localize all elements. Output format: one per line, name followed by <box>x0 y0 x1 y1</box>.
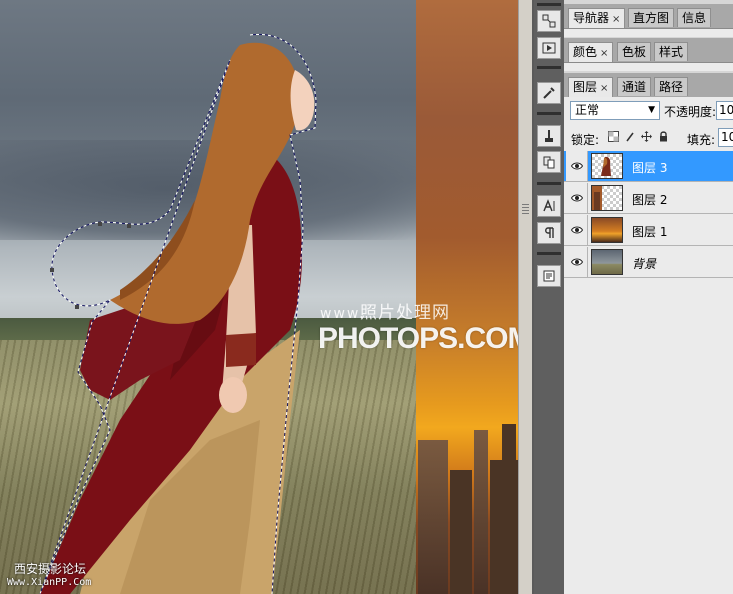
layer-row-1[interactable]: 图层 1 <box>564 215 733 246</box>
play-icon[interactable] <box>537 37 561 59</box>
dock-separator <box>537 252 561 255</box>
tab-channels[interactable]: 通道 <box>617 77 652 96</box>
layer-name: 图层 1 <box>632 225 668 239</box>
tab-navigator[interactable]: 导航器 × <box>568 8 626 28</box>
brush-tool-icon[interactable] <box>537 82 561 104</box>
lock-position-move-icon[interactable] <box>640 130 652 143</box>
tab-layers[interactable]: 图层 × <box>568 77 614 97</box>
tab-label: 导航器 <box>573 11 610 25</box>
dock-separator <box>537 66 561 69</box>
tab-label: 通道 <box>622 80 647 94</box>
watermark-chinese: 照片处理网 <box>360 303 450 323</box>
tab-label: 路径 <box>659 80 684 94</box>
lock-all-padlock-icon[interactable] <box>657 130 669 143</box>
close-icon[interactable]: × <box>612 14 620 25</box>
eye-icon[interactable] <box>566 247 588 277</box>
character-icon[interactable] <box>537 195 561 217</box>
tab-histogram[interactable]: 直方图 <box>628 8 675 27</box>
woman-figure <box>39 33 317 594</box>
paragraph-icon[interactable] <box>537 222 561 244</box>
dock-separator <box>537 3 561 6</box>
panels-column: 导航器 × 直方图 信息 颜色 × 色板 样式 图层 × 通道 路径 正常 ▼ … <box>564 0 733 594</box>
scrollbar-grip[interactable] <box>522 204 529 214</box>
eye-icon[interactable] <box>566 183 588 213</box>
layer-row-3[interactable]: 图层 3 <box>564 151 733 182</box>
layer-name: 图层 2 <box>632 193 668 207</box>
layer-thumbnail <box>591 217 623 243</box>
chevron-down-icon: ▼ <box>648 105 655 115</box>
eye-icon[interactable] <box>566 215 588 245</box>
tab-label: 图层 <box>573 80 598 94</box>
dock-separator <box>537 182 561 185</box>
opacity-label: 不透明度: <box>664 105 717 119</box>
tab-color[interactable]: 颜色 × <box>568 42 614 62</box>
tab-styles[interactable]: 样式 <box>654 42 689 61</box>
layer-name: 图层 3 <box>632 161 668 175</box>
navigator-panel-body <box>564 29 733 37</box>
tab-label: 信息 <box>682 11 707 25</box>
notes-icon[interactable] <box>537 265 561 287</box>
tab-info[interactable]: 信息 <box>677 8 712 27</box>
watermark-www: www. <box>320 306 366 322</box>
layers-panel-tabs: 图层 × 通道 路径 <box>564 73 733 98</box>
canvas-vertical-scrollbar[interactable] <box>518 0 533 594</box>
forum-name-caption: 西安摄影论坛 <box>14 562 87 576</box>
layer-thumbnail <box>591 185 623 211</box>
dock-separator <box>537 112 561 115</box>
blend-mode-value: 正常 <box>575 103 600 117</box>
blend-mode-select[interactable]: 正常 ▼ <box>570 101 660 120</box>
fill-input[interactable]: 100% <box>718 128 733 147</box>
document-canvas[interactable]: www. 照片处理网 PHOTOPS.COM 西安摄影论坛 Www.XianPP… <box>0 0 518 594</box>
eye-icon[interactable] <box>566 151 588 181</box>
layer-row-2[interactable]: 图层 2 <box>564 183 733 214</box>
close-icon[interactable]: × <box>600 83 608 94</box>
color-panel-body <box>564 63 733 71</box>
lock-pixels-brush-icon[interactable] <box>624 130 636 143</box>
tab-label: 样式 <box>659 45 684 59</box>
lock-transparent-icon[interactable] <box>607 130 619 143</box>
clone-source-icon[interactable] <box>537 151 561 173</box>
tool-preset-icon[interactable] <box>537 125 561 147</box>
lock-label: 锁定: <box>571 133 600 147</box>
tab-paths[interactable]: 路径 <box>654 77 689 96</box>
tab-label: 颜色 <box>573 45 598 59</box>
layer-thumbnail <box>591 249 623 275</box>
navigator-icon[interactable] <box>537 10 561 32</box>
navigator-panel-tabs: 导航器 × 直方图 信息 <box>564 4 733 29</box>
forum-url-caption: Www.XianPP.Com <box>7 577 92 588</box>
opacity-input[interactable]: 100% <box>716 101 733 120</box>
tab-label: 直方图 <box>633 11 670 25</box>
panel-dock <box>534 0 565 594</box>
color-panel-tabs: 颜色 × 色板 样式 <box>564 38 733 63</box>
layer-name: 背景 <box>632 257 657 271</box>
fill-label: 填充: <box>687 133 716 147</box>
layer-row-background[interactable]: 背景 <box>564 247 733 278</box>
close-icon[interactable]: × <box>600 48 608 59</box>
layer-thumbnail <box>591 153 623 179</box>
tab-label: 色板 <box>622 45 647 59</box>
tab-swatches[interactable]: 色板 <box>617 42 652 61</box>
watermark-photops: PHOTOPS.COM <box>318 322 518 355</box>
